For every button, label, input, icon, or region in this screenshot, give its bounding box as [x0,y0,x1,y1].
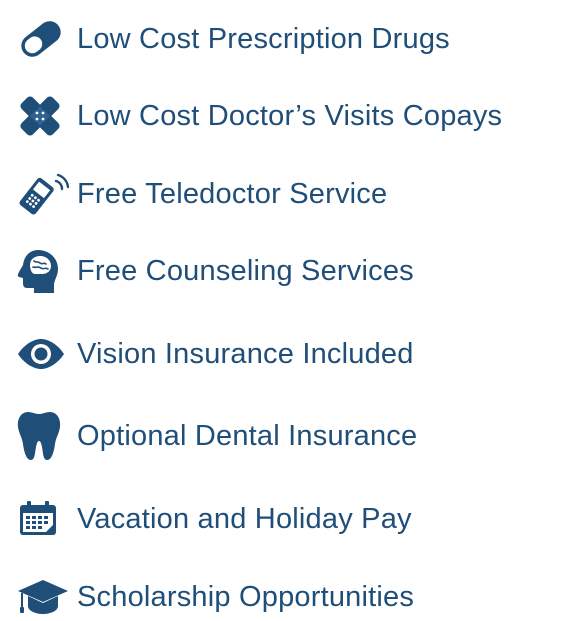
benefit-label: Low Cost Doctor’s Visits Copays [77,99,503,132]
graduation-cap-icon [16,573,72,621]
benefit-item-scholarship: Scholarship Opportunities [16,573,414,621]
benefits-list: Low Cost Prescription Drugs Low Cost Doc… [0,0,582,614]
mobile-phone-icon [16,170,72,218]
benefit-label: Low Cost Prescription Drugs [77,22,450,55]
benefit-label: Free Counseling Services [77,254,414,287]
benefit-item-vision: Vision Insurance Included [16,330,414,378]
pill-icon [16,15,72,63]
calendar-icon [16,495,72,543]
benefit-label: Vacation and Holiday Pay [77,502,412,535]
benefit-label: Vision Insurance Included [77,337,414,370]
benefit-item-prescription-drugs: Low Cost Prescription Drugs [16,15,450,63]
eye-icon [16,330,72,378]
benefit-label: Optional Dental Insurance [77,419,418,452]
benefit-label: Scholarship Opportunities [77,580,415,613]
benefit-item-vacation: Vacation and Holiday Pay [16,495,412,543]
benefit-item-counseling: Free Counseling Services [16,247,414,295]
bandage-icon [16,92,72,140]
benefit-label: Free Teledoctor Service [77,177,388,210]
brain-head-icon [16,247,72,295]
tooth-icon [16,412,72,460]
benefit-item-doctor-visits: Low Cost Doctor’s Visits Copays [16,92,502,140]
benefit-item-teledoctor: Free Teledoctor Service [16,170,387,218]
benefit-item-dental: Optional Dental Insurance [16,412,417,460]
